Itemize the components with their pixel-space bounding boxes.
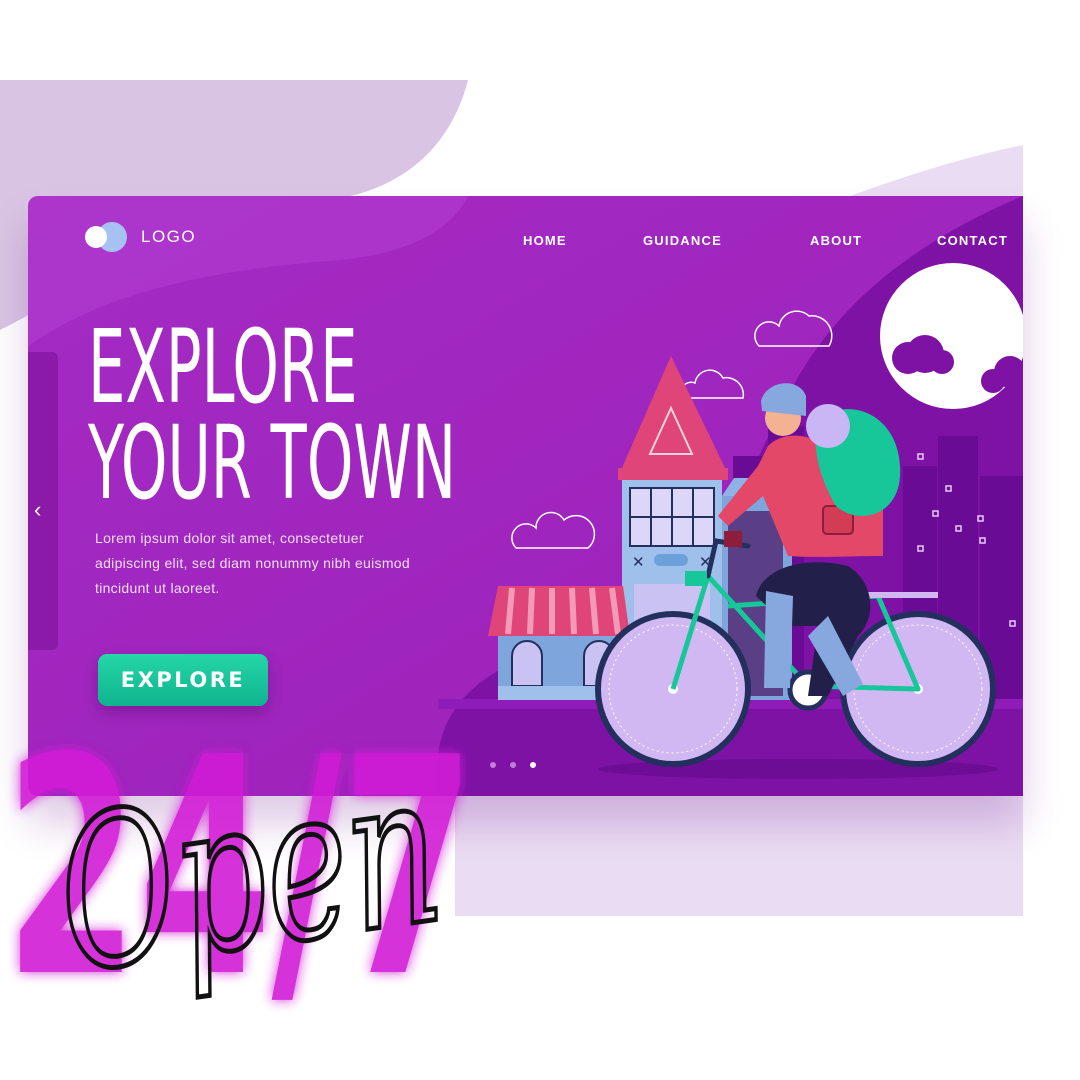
hero-title-line1: EXPLORE [88,308,358,427]
nav-guidance[interactable]: GUIDANCE [643,233,722,248]
nav-about[interactable]: ABOUT [810,233,862,248]
chevron-left-icon: ‹ [34,497,42,522]
slider-dot[interactable] [490,762,496,768]
previous-slide-button[interactable]: ‹ [28,352,58,650]
hero-title: EXPLORE YOUR TOWN [88,308,457,523]
svg-text:✕: ✕ [632,553,645,571]
landing-panel: ✕ ✕ LOGO HOME GUIDANCE ABOUT CONTACT ‹ E… [28,196,1023,796]
slider-dot[interactable] [510,762,516,768]
slider-dots [490,762,536,768]
logo-text: LOGO [141,227,197,246]
logo-mark-icon [85,222,129,252]
hero-title-line2: YOUR TOWN [88,404,457,523]
slider-dot-active[interactable] [530,762,536,768]
logo[interactable]: LOGO [85,222,196,252]
explore-button[interactable]: EXPLORE [98,654,268,706]
nav-home[interactable]: HOME [523,233,567,248]
nav-contact[interactable]: CONTACT [937,233,1008,248]
hero-description: Lorem ipsum dolor sit amet, consectetuer… [95,530,410,596]
